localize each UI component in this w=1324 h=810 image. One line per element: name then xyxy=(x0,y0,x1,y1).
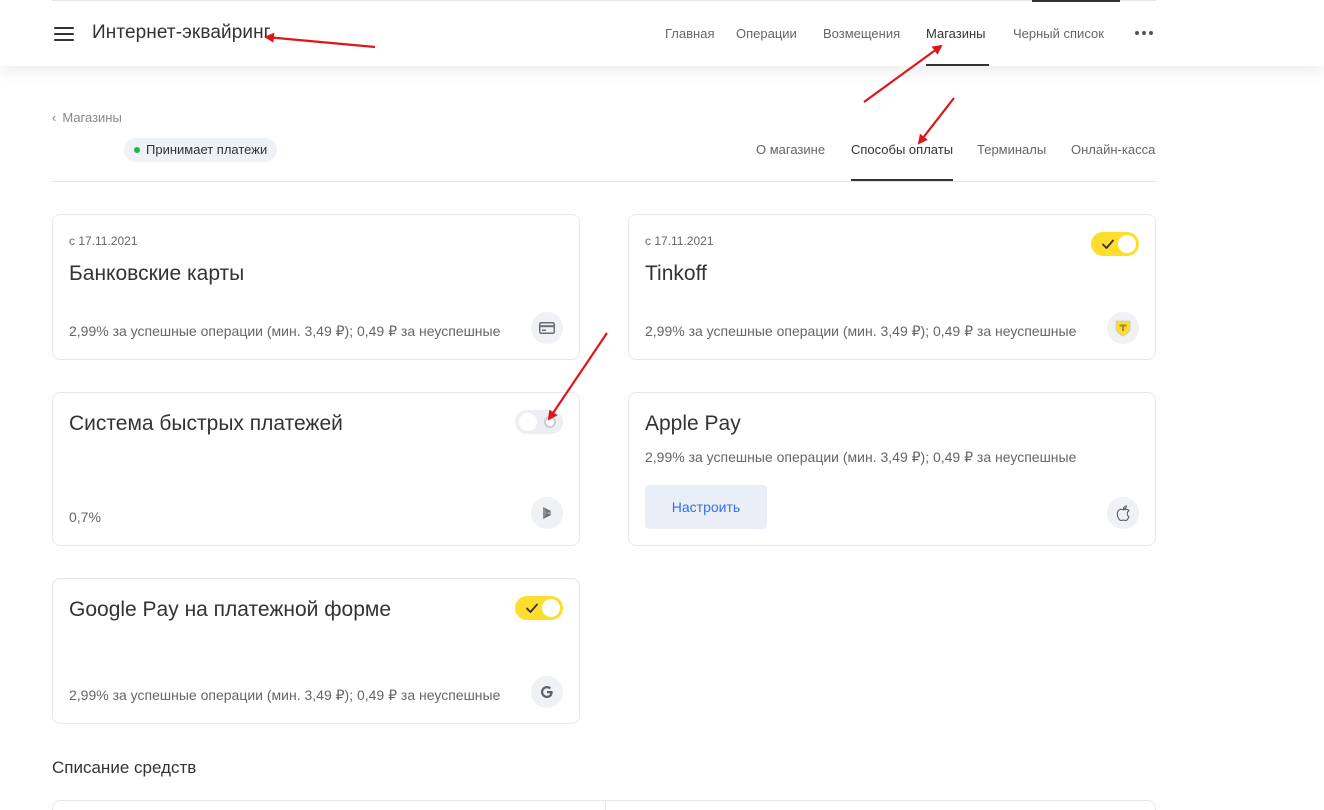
tab-online-cashbox[interactable]: Онлайн-касса xyxy=(1071,142,1155,157)
check-icon xyxy=(526,603,538,613)
card-date: с 17.11.2021 xyxy=(645,234,714,248)
check-icon xyxy=(1102,239,1114,249)
tinkoff-toggle[interactable] xyxy=(1091,232,1139,256)
payment-card-google-pay: Google Pay на платежной форме 2,99% за у… xyxy=(52,578,580,724)
nav-item-blacklist[interactable]: Черный список xyxy=(1013,26,1104,41)
card-date: с 17.11.2021 xyxy=(69,234,138,248)
card-title: Банковские карты xyxy=(69,262,245,285)
more-dots-icon[interactable] xyxy=(1135,31,1153,35)
tab-terminals[interactable]: Терминалы xyxy=(977,142,1046,157)
tabs-divider xyxy=(52,181,1156,182)
status-dot-icon xyxy=(134,147,140,153)
app-header: Интернет-эквайринг Главная Операции Возм… xyxy=(0,0,1324,66)
nav-item-refunds[interactable]: Возмещения xyxy=(823,26,900,41)
app-title: Интернет-эквайринг xyxy=(92,22,271,43)
card-fee: 2,99% за успешные операции (мин. 3,49 ₽)… xyxy=(645,449,1077,465)
payment-card-tinkoff: с 17.11.2021 Tinkoff 2,99% за успешные о… xyxy=(628,214,1156,360)
nav-item-home[interactable]: Главная xyxy=(665,26,714,41)
payment-card-sbp: Система быстрых платежей 0,7% xyxy=(52,392,580,546)
annotation-arrow-payment-methods xyxy=(917,97,955,145)
sbp-icon xyxy=(531,497,563,529)
card-fee: 2,99% за успешные операции (мин. 3,49 ₽)… xyxy=(645,323,1077,339)
tab-payment-methods[interactable]: Способы оплаты xyxy=(851,142,953,157)
section-title-writeoff: Списание средств xyxy=(52,758,197,777)
header-top-accent xyxy=(1032,0,1120,2)
chevron-left-icon: ‹ xyxy=(52,110,57,125)
card-title: Google Pay на платежной форме xyxy=(69,598,391,621)
card-title: Система быстрых платежей xyxy=(69,412,343,435)
nav-item-stores[interactable]: Магазины xyxy=(926,26,986,41)
nav-item-operations[interactable]: Операции xyxy=(736,26,797,41)
nav-active-indicator xyxy=(926,64,989,66)
tinkoff-logo-icon xyxy=(1107,312,1139,344)
google-icon xyxy=(531,676,563,708)
sbp-toggle[interactable] xyxy=(515,410,563,434)
status-badge-label: Принимает платежи xyxy=(146,142,268,157)
card-fee: 2,99% за успешные операции (мин. 3,49 ₽)… xyxy=(69,687,501,703)
tab-about-store[interactable]: О магазине xyxy=(756,142,825,157)
header-top-divider xyxy=(52,0,1156,1)
back-link[interactable]: ‹ Магазины xyxy=(52,110,122,125)
writeoff-table xyxy=(52,800,1156,810)
configure-button[interactable]: Настроить xyxy=(645,485,767,529)
status-badge: Принимает платежи xyxy=(124,138,278,162)
bank-card-icon xyxy=(531,312,563,344)
table-divider xyxy=(605,801,606,810)
card-title: Tinkoff xyxy=(645,262,707,285)
hamburger-menu-icon[interactable] xyxy=(54,26,74,42)
apple-icon xyxy=(1107,497,1139,529)
payment-card-apple-pay: Apple Pay 2,99% за успешные операции (ми… xyxy=(628,392,1156,546)
payment-card-bank-cards: с 17.11.2021 Банковские карты 2,99% за у… xyxy=(52,214,580,360)
card-fee: 0,7% xyxy=(69,509,101,525)
card-fee: 2,99% за успешные операции (мин. 3,49 ₽)… xyxy=(69,323,501,339)
tab-active-indicator xyxy=(851,179,953,181)
card-title: Apple Pay xyxy=(645,412,741,435)
google-pay-toggle[interactable] xyxy=(515,596,563,620)
back-link-label: Магазины xyxy=(62,110,122,125)
